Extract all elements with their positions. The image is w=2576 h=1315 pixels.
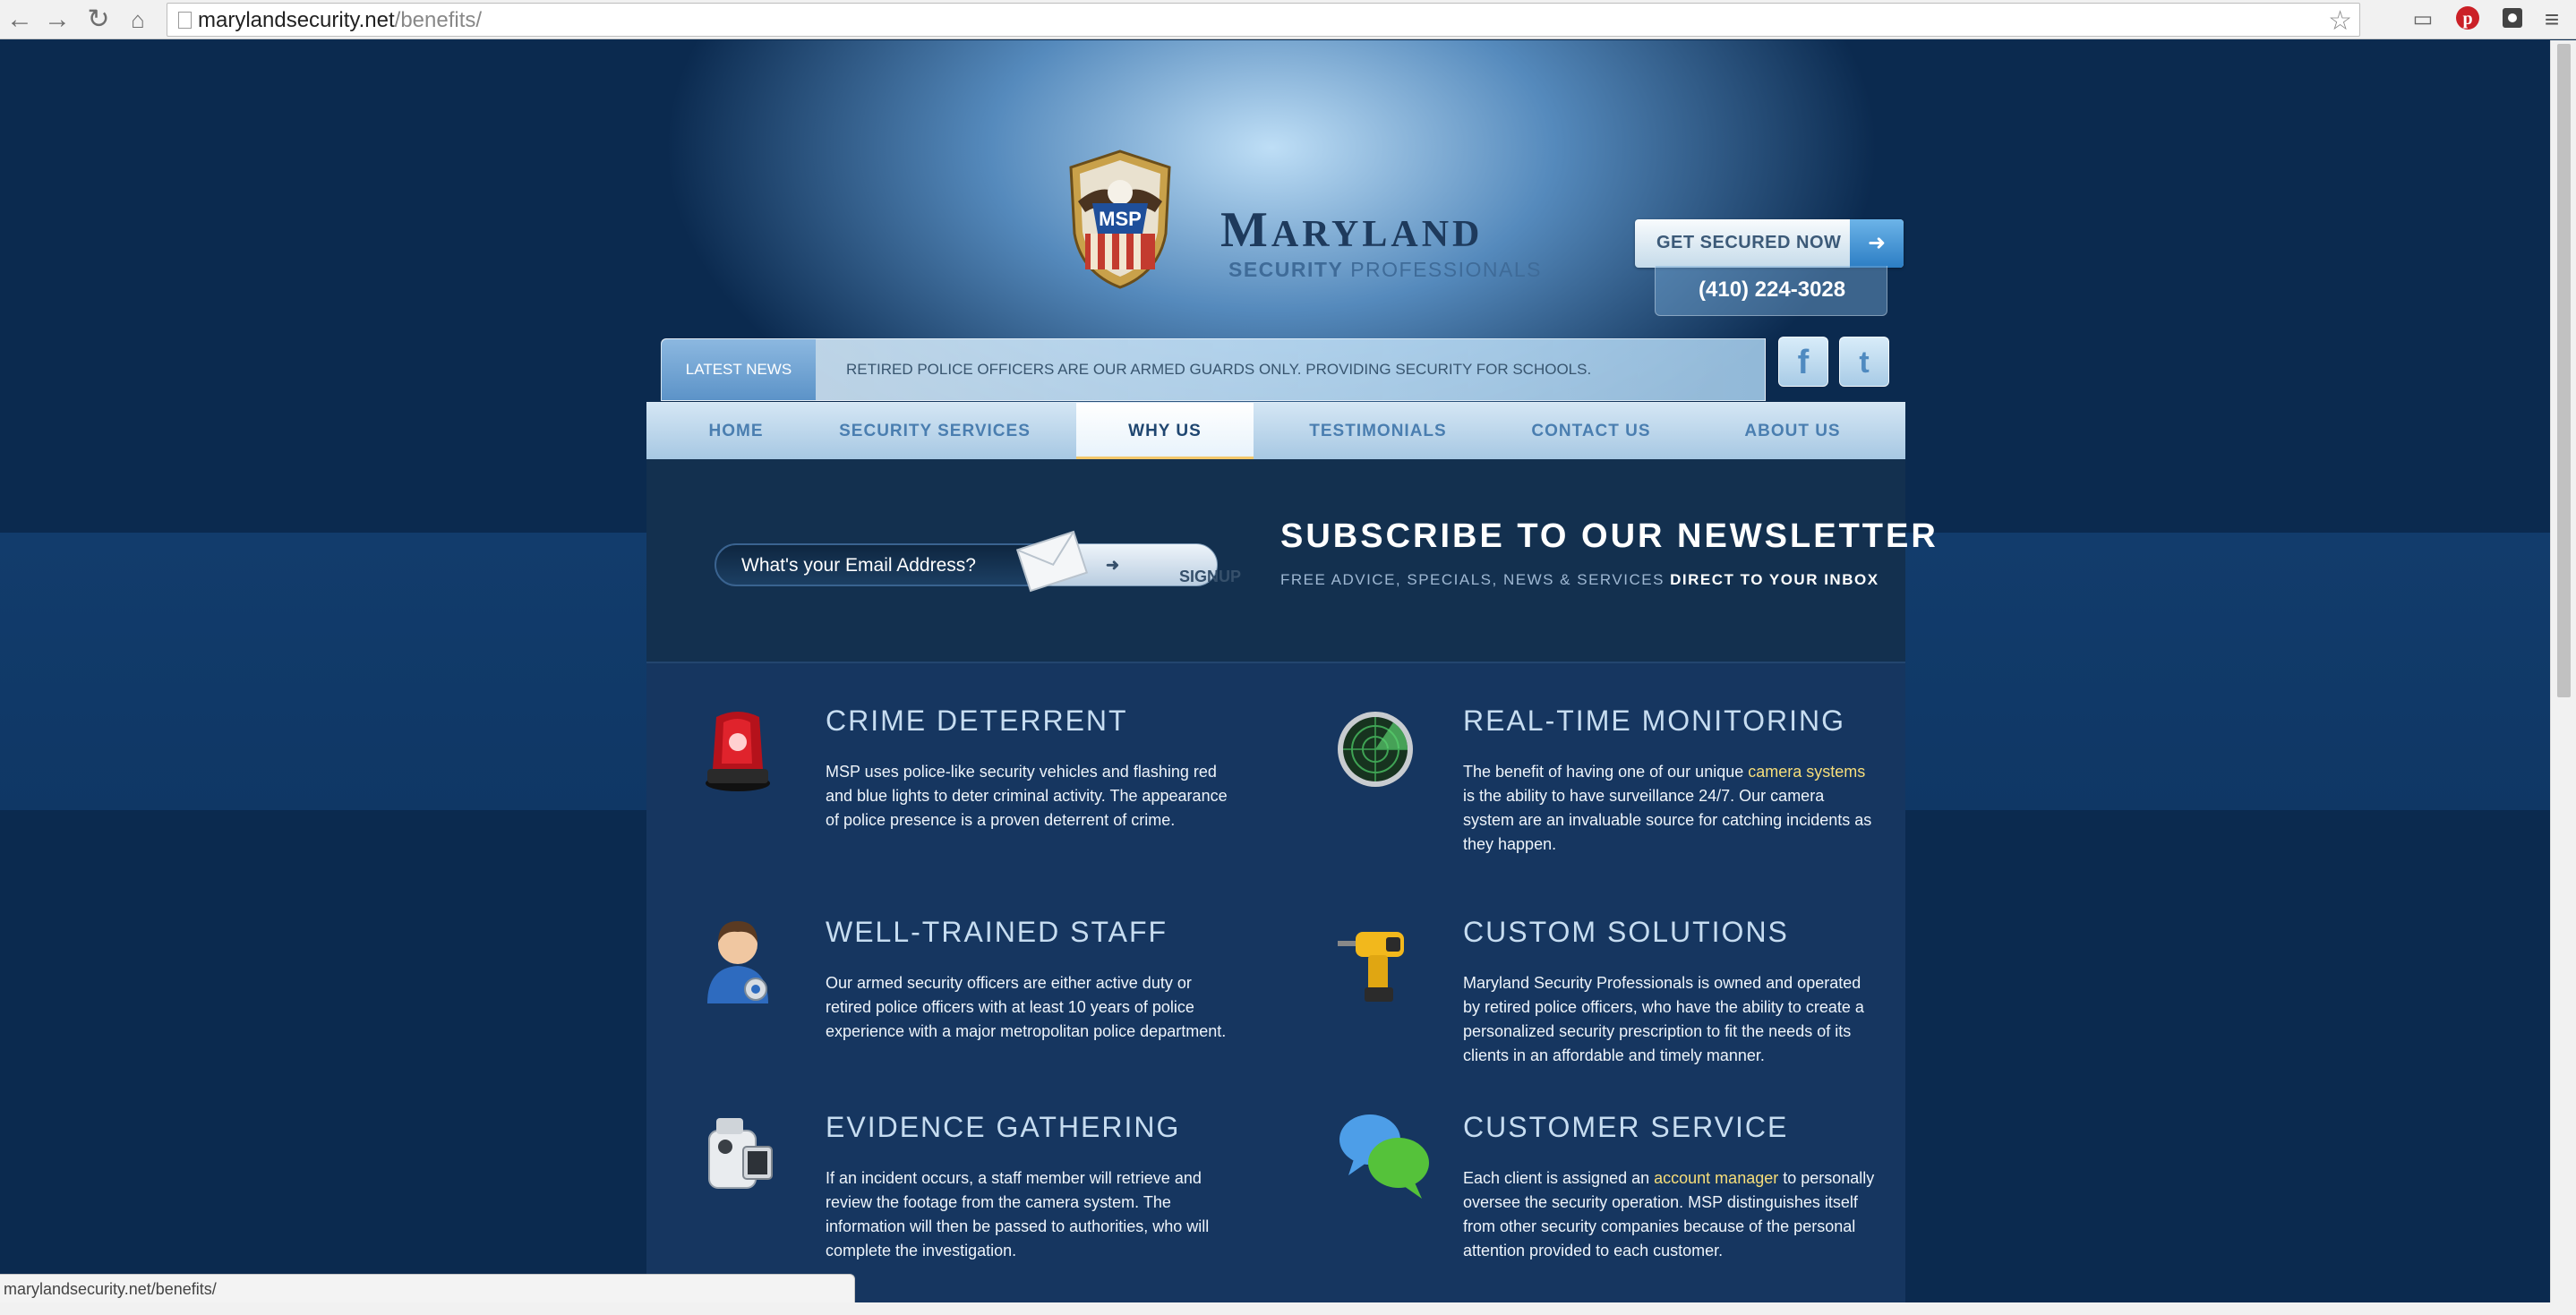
feature-customer-service: CUSTOMER SERVICE Each client is assigned… [1336,1111,1891,1290]
evidence-gathering-text: If an incident occurs, a staff member wi… [826,1169,1210,1259]
newsletter-subtitle-a: FREE ADVICE, SPECIALS, NEWS & SERVICES [1280,571,1665,588]
newsletter-subtitle-b: DIRECT TO YOUR INBOX [1670,571,1879,588]
newsletter-title: SUBSCRIBE TO OUR NEWSLETTER [1280,517,1938,555]
address-bar[interactable]: marylandsecurity.net/benefits/ ☆ [167,3,2360,37]
monitoring-text-a: The benefit of having one of our unique [1463,763,1749,781]
page-icon [178,12,192,29]
latest-news-label: LATEST NEWS [662,339,816,400]
well-trained-staff-text: Our armed security officers are either a… [826,974,1227,1040]
twitter-icon[interactable]: t [1839,337,1889,387]
svg-text:p: p [2462,9,2472,29]
get-secured-label: GET SECURED NOW [1656,233,1842,252]
back-arrow-icon[interactable]: ← [4,4,36,36]
home-icon[interactable]: ⌂ [122,4,154,36]
phone-number: (410) 224-3028 [1699,278,1846,302]
account-manager-link[interactable]: account manager [1654,1169,1778,1187]
latest-news-ticker[interactable]: RETIRED POLICE OFFICERS ARE OUR ARMED GU… [846,361,1591,379]
evidence-gathering-title: EVIDENCE GATHERING [826,1111,1181,1143]
officer-icon [707,921,768,1003]
content-panel: What's your Email Address? SIGNUP ➜ SUBS… [646,459,1936,1302]
camera-systems-link[interactable]: camera systems [1748,763,1865,781]
browser-toolbar: ← → ↻ ⌂ marylandsecurity.net/benefits/ ☆… [0,0,2576,39]
horizontal-scrollbar [0,1302,2576,1315]
newsletter-section: What's your Email Address? SIGNUP ➜ SUBS… [646,459,1936,663]
signup-text: SIGNUP [1179,568,1242,585]
status-bar-url: marylandsecurity.net/benefits/ [0,1274,855,1302]
service-text-a: Each client is assigned an [1463,1169,1655,1187]
custom-solutions-text: Maryland Security Professionals is owned… [1463,974,1864,1064]
main-nav: HOME SECURITY SERVICES WHY US TESTIMONIA… [646,402,1905,460]
brand-rest: ARYLAND [1271,214,1484,255]
crime-deterrent-title: CRIME DETERRENT [826,704,1128,737]
customer-service-title: CUSTOMER SERVICE [1463,1111,1789,1143]
well-trained-staff-title: WELL-TRAINED STAFF [826,916,1168,948]
nav-about-us[interactable]: ABOUT US [1705,403,1880,460]
facebook-icon[interactable]: f [1778,337,1828,387]
nav-home[interactable]: HOME [682,403,790,460]
email-placeholder: What's your Email Address? [741,555,976,576]
arrow-right-icon: ➜ [1850,219,1904,268]
feature-real-time-monitoring: REAL-TIME MONITORING The benefit of havi… [1336,704,1891,884]
scrollbar-thumb[interactable] [2557,44,2571,697]
radar-icon [1338,712,1413,787]
url-path: /benefits/ [394,8,483,32]
siren-icon [706,712,770,791]
feature-crime-deterrent: CRIME DETERRENT MSP uses police-like sec… [698,704,1254,884]
brand-name[interactable]: MARYLAND [1220,201,1483,259]
logo-badge-text: MSP [1099,208,1142,230]
nav-security-services[interactable]: SECURITY SERVICES [818,403,1051,460]
brand-tagline: SECURITY PROFESSIONALS [1228,258,1542,282]
nav-testimonials[interactable]: TESTIMONIALS [1284,403,1472,460]
newsletter-subtitle: FREE ADVICE, SPECIALS, NEWS & SERVICES D… [1280,571,1879,589]
forward-arrow-icon[interactable]: → [41,4,73,36]
page-viewport: MSP MARYLAND SECURITY PROFESSIONALS GET … [0,40,2550,1302]
nav-contact-us[interactable]: CONTACT US [1497,403,1685,460]
real-time-monitoring-text: The benefit of having one of our unique … [1463,760,1875,857]
crime-deterrent-text: MSP uses police-like security vehicles a… [826,763,1228,829]
camcorder-icon [708,1118,773,1189]
reload-icon[interactable]: ↻ [82,4,115,36]
get-secured-button[interactable]: GET SECURED NOW ➜ [1635,219,1904,268]
custom-solutions-title: CUSTOM SOLUTIONS [1463,916,1789,948]
drill-icon [1338,932,1404,1002]
extension-puzzle-icon[interactable] [2498,5,2527,34]
brand-tagline-b: PROFESSIONALS [1350,258,1542,281]
brand-tagline-a: SECURITY [1228,258,1344,281]
cast-icon[interactable]: ▭ [2409,5,2437,34]
monitoring-text-b: is the ability to have surveillance 24/7… [1463,787,1872,853]
brand-initial: M [1220,202,1271,258]
phone-number-box[interactable]: (410) 224-3028 [1655,266,1887,316]
signup-label: SIGNUP ➜ [1106,556,1242,585]
vertical-scrollbar[interactable] [2550,40,2576,1302]
latest-news-bar: LATEST NEWS RETIRED POLICE OFFICERS ARE … [661,338,1766,401]
pinterest-icon[interactable]: p [2453,5,2482,34]
chat-bubbles-icon [1339,1114,1429,1199]
feature-well-trained-staff: WELL-TRAINED STAFF Our armed security of… [698,916,1254,1077]
feature-custom-solutions: CUSTOM SOLUTIONS Maryland Security Profe… [1336,916,1891,1077]
menu-icon[interactable]: ≡ [2537,5,2566,34]
customer-service-text: Each client is assigned an account manag… [1463,1166,1875,1263]
real-time-monitoring-title: REAL-TIME MONITORING [1463,704,1845,737]
feature-evidence-gathering: EVIDENCE GATHERING If an incident occurs… [698,1111,1254,1272]
url-text: marylandsecurity.net/benefits/ [198,8,482,33]
bookmark-star-icon[interactable]: ☆ [2328,5,2352,37]
nav-why-us[interactable]: WHY US [1076,403,1254,460]
url-host: marylandsecurity.net [198,8,395,32]
